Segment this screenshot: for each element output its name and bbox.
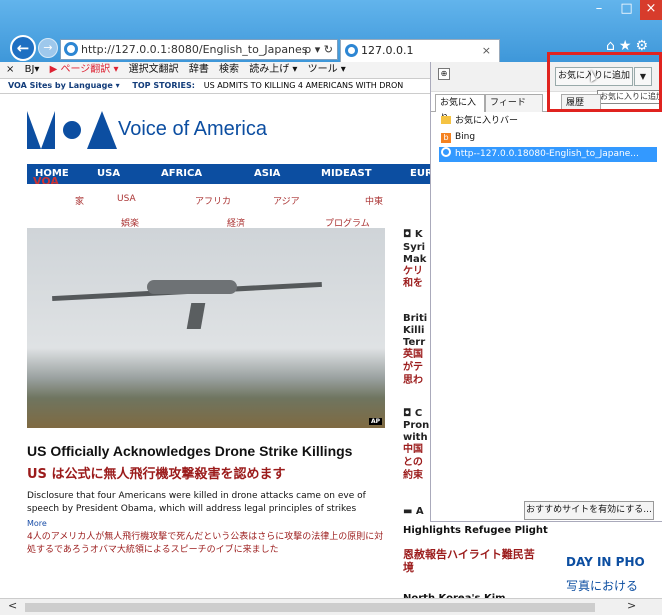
scroll-left-icon[interactable]: < <box>8 599 17 612</box>
story2-line[interactable]: Terr <box>403 337 425 349</box>
cmd-search[interactable]: 検索 <box>219 64 239 75</box>
nav-usa[interactable]: USA <box>97 164 120 184</box>
logo-a-shape <box>87 111 117 149</box>
story1-line[interactable]: Mak <box>403 254 426 266</box>
story3-line-ja[interactable]: 中国 <box>403 444 423 456</box>
mouse-cursor-icon <box>591 70 596 82</box>
nav-overlay-voa: VOA <box>33 175 59 184</box>
fav-item-bing[interactable]: b Bing <box>441 130 475 145</box>
story1-icon-line[interactable]: ◘ K <box>403 229 423 241</box>
maximize-button[interactable]: □ <box>613 0 640 20</box>
fav-item-label: http--127.0.0.18080-English_to_Japane... <box>455 149 639 159</box>
story2-line[interactable]: Briti <box>403 313 427 325</box>
article-summary-ja: 4人のアメリカ人が無人飛行機攻撃で死んだという公表はさらに攻撃の法律上の原則に対… <box>27 532 384 555</box>
cmd-page-translate[interactable]: ▶ ページ翻訳 ▾ <box>50 64 119 75</box>
drone-body <box>147 280 237 294</box>
address-text: http://127.0.0.1:8080/English_to_Japanes <box>81 43 308 56</box>
cmd-dictionary[interactable]: 辞書 <box>189 64 209 75</box>
sub-nav: 家 USA アフリカ アジア 中東 娯楽 経済 プログラム <box>27 184 430 230</box>
tab-feeds[interactable]: フィード <box>485 94 543 112</box>
voa-brand-link[interactable]: VOA <box>8 81 27 90</box>
story4-icon-line[interactable]: ▬ A <box>403 506 424 518</box>
fav-item-local-site[interactable]: http--127.0.0.18080-English_to_Japane... <box>439 147 657 162</box>
story2-line-ja[interactable]: 英国 <box>403 349 423 361</box>
subnav-home[interactable]: 家 <box>75 194 84 207</box>
horizontal-scrollbar[interactable]: < > <box>0 598 662 615</box>
subnav-mideast[interactable]: 中東 <box>365 194 383 207</box>
article-headline[interactable]: US Officially Acknowledges Drone Strike … <box>27 443 352 459</box>
nav-europe[interactable]: EUR <box>410 164 430 184</box>
story3-icon-line[interactable]: ◘ C <box>403 408 422 420</box>
subnav-usa[interactable]: USA <box>117 194 136 204</box>
article-headline-ja[interactable]: US は公式に無人飛行機攻撃殺害を認めます <box>27 463 285 482</box>
close-window-button[interactable]: × <box>640 0 662 20</box>
tab-favorites[interactable]: お気に入り <box>435 94 485 124</box>
cmd-tools[interactable]: ツール ▾ <box>308 64 346 75</box>
nav-asia[interactable]: ASIA <box>254 164 280 184</box>
scroll-thumb[interactable] <box>25 603 595 612</box>
story1-line[interactable]: Syri <box>403 242 425 254</box>
enable-suggested-sites-button[interactable]: おすすめサイトを有効にする... <box>524 501 654 520</box>
top-stories-label: TOP STORIES: <box>132 81 195 90</box>
fav-item-label: Bing <box>455 132 476 142</box>
story3-line[interactable]: with <box>403 432 428 444</box>
ie-icon <box>64 42 78 56</box>
highlight-story-ja[interactable]: 恩赦報告ハイライト難民苦境 <box>403 548 543 574</box>
address-controls[interactable]: ρ ▾ ↻ <box>304 40 333 59</box>
site-name[interactable]: Voice of America <box>118 118 267 141</box>
story2-line-ja[interactable]: 思わ <box>403 375 423 387</box>
cmd-close[interactable]: × <box>6 64 14 75</box>
story1-line-ja[interactable]: ケリ <box>403 266 423 278</box>
sites-by-language[interactable]: Sites by Language ▾ <box>30 81 120 90</box>
subnav-asia[interactable]: アジア <box>273 194 300 207</box>
bing-icon: b <box>441 133 451 143</box>
story3-line-ja[interactable]: との <box>403 457 423 469</box>
story3-line[interactable]: Pron <box>403 420 429 432</box>
cmd-bj[interactable]: BJ▾ <box>25 64 40 75</box>
subnav-africa[interactable]: アフリカ <box>195 194 231 207</box>
fav-item-label: お気に入りバー <box>455 116 519 126</box>
article-summary: Disclosure that four Americans were kill… <box>27 491 366 514</box>
folder-icon <box>441 116 451 124</box>
voa-top-strip: VOA Sites by Language ▾ TOP STORIES: US … <box>0 79 430 94</box>
minimize-button[interactable]: – <box>585 0 613 20</box>
main-nav: HOME USA AFRICA ASIA MIDEAST EUR VOA <box>27 164 430 184</box>
drone-photo[interactable]: AP <box>27 228 385 428</box>
address-bar[interactable]: http://127.0.0.1:8080/English_to_Japanes… <box>60 39 338 60</box>
ie-icon <box>441 147 451 157</box>
highlight-annotation-box <box>547 52 662 112</box>
favorites-panel: ⊕ お気に入りに追加 ▼ お気に入りに追加 お気に入り フィード 履歴 お気に入… <box>430 62 662 522</box>
scroll-right-icon[interactable]: > <box>627 599 636 612</box>
nav-africa[interactable]: AFRICA <box>161 164 202 184</box>
pin-icon[interactable]: ⊕ <box>438 68 450 80</box>
tab-current[interactable]: 127.0.0.1 × <box>340 39 500 62</box>
logo-v-shape <box>27 111 55 149</box>
cmd-read-aloud[interactable]: 読み上げ ▾ <box>249 64 297 75</box>
voa-logo[interactable] <box>27 111 117 149</box>
logo-o-shape <box>63 121 81 139</box>
story1-line-ja[interactable]: 和を <box>403 278 423 290</box>
day-in-photos-title-ja[interactable]: 写真における <box>566 577 638 594</box>
story2-line-ja[interactable]: がテ <box>403 362 423 374</box>
day-in-photos-title[interactable]: DAY IN PHO <box>566 555 645 569</box>
more-link[interactable]: More <box>27 519 47 528</box>
command-bar: × BJ▾ ▶ ページ翻訳 ▾ 選択文翻訳 辞書 検索 読み上げ ▾ ツール ▾ <box>0 62 430 79</box>
top-story-headline[interactable]: US ADMITS TO KILLING 4 AMERICANS WITH DR… <box>204 81 404 90</box>
highlight-story[interactable]: Highlights Refugee Plight <box>403 525 553 537</box>
story2-line[interactable]: Killi <box>403 325 424 337</box>
nav-mideast[interactable]: MIDEAST <box>321 164 372 184</box>
photo-credit: AP <box>368 418 382 425</box>
back-button[interactable]: ← <box>10 35 36 61</box>
forward-button[interactable]: → <box>38 38 58 58</box>
tab-close-icon[interactable]: × <box>482 40 491 61</box>
cmd-selection-translate[interactable]: 選択文翻訳 <box>129 64 179 75</box>
story3-line-ja[interactable]: 約束 <box>403 470 423 482</box>
drone-tail <box>186 303 206 329</box>
ie-icon <box>345 44 358 57</box>
fav-item-favorites-bar[interactable]: お気に入りバー <box>441 114 518 129</box>
tab-title: 127.0.0.1 <box>361 44 414 57</box>
